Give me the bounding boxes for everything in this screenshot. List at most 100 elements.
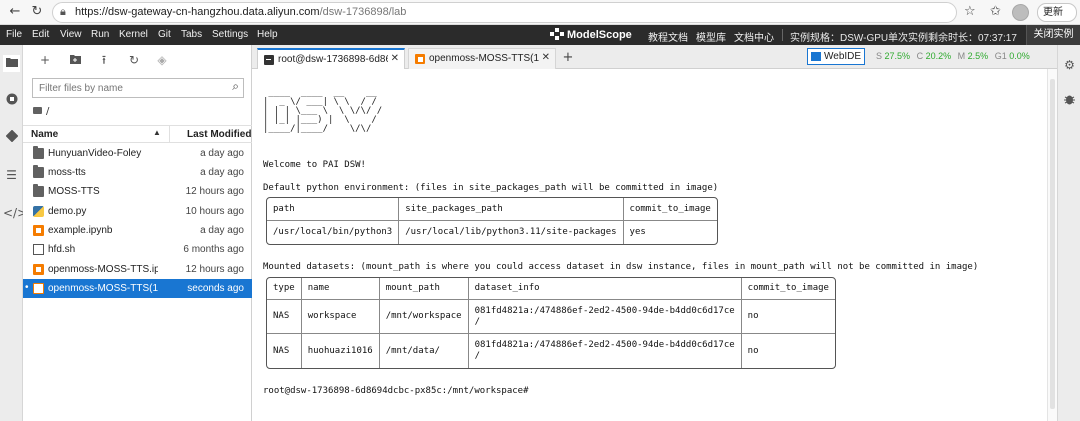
git-icon[interactable]	[3, 129, 20, 147]
table-cell: NAS	[267, 334, 302, 368]
menu-tabs[interactable]: Tabs	[181, 29, 202, 40]
table-cell: workspace	[301, 300, 380, 334]
terminal[interactable]: ____ ____ __ __ | _ \/ ___| \ \ / / | | …	[252, 69, 1047, 421]
avatar[interactable]	[1012, 4, 1029, 21]
link-tutorial[interactable]: 教程文档	[648, 29, 688, 44]
stat-c-value: 20.2%	[925, 51, 952, 61]
terminal-scrollbar[interactable]	[1047, 69, 1057, 421]
refresh-icon[interactable]: ↻	[126, 52, 142, 68]
file-row[interactable]: HunyuanVideo-Foley a day ago	[23, 144, 252, 163]
column-name[interactable]: Name	[31, 129, 58, 140]
dsw-banner: ____ ____ __ __ | _ \/ ___| \ \ / / | | …	[263, 88, 383, 134]
file-row[interactable]: moss-tts a day ago	[23, 163, 252, 182]
link-docs[interactable]: 文档中心	[734, 29, 774, 44]
debugger-icon[interactable]	[1061, 93, 1078, 110]
table-cell: huohuazi1016	[302, 334, 380, 368]
file-modified: a day ago	[200, 148, 244, 159]
notebook-icon	[33, 264, 44, 275]
webide-icon	[811, 52, 821, 61]
close-icon[interactable]: ✕	[542, 52, 550, 63]
notebook-icon	[415, 54, 425, 64]
file-row[interactable]: hfd.sh 6 months ago	[23, 240, 252, 259]
property-inspector-icon[interactable]: ⚙	[1061, 57, 1078, 74]
file-name: openmoss-MOSS-TTS(1).ipynb	[48, 283, 158, 294]
folder-icon[interactable]	[3, 55, 20, 72]
file-row-selected[interactable]: • openmoss-MOSS-TTS(1).ipynb seconds ago	[23, 279, 252, 298]
webide-button[interactable]: WebIDE	[807, 48, 865, 65]
upload-icon[interactable]: ⭱	[96, 52, 112, 68]
code-icon[interactable]: </>	[3, 205, 27, 222]
running-dot-icon: •	[25, 282, 29, 293]
table-header: mount_path	[379, 278, 469, 300]
link-model-hub[interactable]: 模型库	[696, 29, 726, 44]
new-launcher-icon[interactable]: +	[37, 52, 53, 68]
folder-icon	[33, 107, 42, 114]
modelscope-logo[interactable]: ModelScope	[550, 28, 632, 41]
tab-notebook[interactable]: openmoss-MOSS-TTS(1).ipyn ✕	[408, 48, 556, 69]
menu-kernel[interactable]: Kernel	[119, 29, 148, 40]
menu-view[interactable]: View	[60, 29, 82, 40]
shell-prompt: root@dsw-1736898-6d8694dcbc-px85c:/mnt/w…	[263, 386, 529, 396]
close-icon[interactable]: ✕	[391, 53, 399, 64]
file-browser: + ⭱ ↻ ◈ ⌕ / Name ▲ Last Modified Hunyuan…	[23, 45, 252, 421]
table-cell: /usr/local/lib/python3.11/site-packages	[399, 221, 624, 244]
close-instance-button[interactable]: 关闭实例	[1026, 25, 1080, 45]
file-name: openmoss-MOSS-TTS.ipynb	[48, 264, 158, 275]
new-folder-icon[interactable]	[67, 52, 83, 68]
tab-label: openmoss-MOSS-TTS(1).ipyn	[429, 53, 539, 64]
file-row[interactable]: demo.py 10 hours ago	[23, 202, 252, 221]
breadcrumb[interactable]: /	[33, 106, 49, 117]
modelscope-icon	[550, 28, 564, 40]
lock-icon: 🔒︎	[60, 5, 66, 18]
table-cell: /mnt/workspace	[379, 300, 469, 334]
toc-icon[interactable]: ☰	[3, 167, 20, 184]
sort-ascending-icon: ▲	[153, 128, 161, 137]
menu-file[interactable]: File	[6, 29, 22, 40]
remaining-time: 单次实例剩余时长：07:37:17	[888, 33, 1017, 44]
file-modified: 10 hours ago	[185, 206, 244, 217]
reload-icon[interactable]: ↻	[28, 3, 46, 21]
running-icon[interactable]	[3, 93, 20, 110]
notebook-icon	[33, 283, 44, 294]
file-name: example.ipynb	[48, 225, 113, 236]
favorites-icon[interactable]: ✩	[990, 3, 1001, 21]
column-last-modified[interactable]: Last Modified	[187, 129, 251, 140]
menu-settings[interactable]: Settings	[212, 29, 248, 40]
file-modified: a day ago	[200, 167, 244, 178]
back-icon[interactable]: ←	[6, 3, 24, 21]
table-cell: 081fd4821a:/474886ef-2ed2-4500-94de-b4dd…	[468, 300, 742, 334]
menu-bar: File Edit View Run Kernel Git Tabs Setti…	[0, 25, 1080, 45]
filter-input[interactable]	[39, 81, 219, 95]
table-header: commit_to_image	[623, 198, 717, 221]
file-modified: 6 months ago	[183, 244, 244, 255]
git-clone-icon[interactable]: ◈	[154, 52, 170, 68]
mount-table: type name mount_path dataset_info commit…	[266, 277, 836, 369]
menu-edit[interactable]: Edit	[32, 29, 49, 40]
table-cell: NAS	[267, 300, 302, 334]
folder-icon	[33, 165, 44, 178]
scrollbar-thumb[interactable]	[1050, 79, 1055, 409]
file-name: hfd.sh	[48, 244, 76, 255]
menu-git[interactable]: Git	[158, 29, 171, 40]
file-list-header: Name ▲ Last Modified	[23, 125, 252, 143]
file-modified: 12 hours ago	[185, 264, 244, 275]
menu-help[interactable]: Help	[257, 29, 278, 40]
file-row[interactable]: example.ipynb a day ago	[23, 221, 252, 240]
tab-terminal[interactable]: root@dsw-1736898-6d8694c ✕	[257, 48, 405, 69]
star-icon[interactable]: ☆	[964, 3, 976, 21]
table-header: dataset_info	[468, 278, 742, 300]
file-name: HunyuanVideo-Foley	[48, 148, 142, 159]
menu-run[interactable]: Run	[91, 29, 109, 40]
file-row[interactable]: MOSS-TTS 12 hours ago	[23, 182, 252, 201]
welcome-text: Welcome to PAI DSW!	[263, 160, 366, 170]
add-tab-button[interactable]: +	[560, 50, 576, 66]
mount-text: Mounted datasets: (mount_path is where y…	[263, 262, 979, 272]
file-row[interactable]: openmoss-MOSS-TTS.ipynb 12 hours ago	[23, 260, 252, 279]
file-name: moss-tts	[48, 167, 86, 178]
table-cell: no	[741, 300, 835, 334]
address-bar[interactable]: 🔒︎ https://dsw-gateway-cn-hangzhou.data.…	[52, 2, 957, 23]
python-file-icon	[33, 206, 44, 217]
filter-box: ⌕	[32, 78, 244, 98]
update-button[interactable]: 更新 ⋮	[1037, 3, 1077, 35]
file-modified: 12 hours ago	[185, 186, 244, 197]
